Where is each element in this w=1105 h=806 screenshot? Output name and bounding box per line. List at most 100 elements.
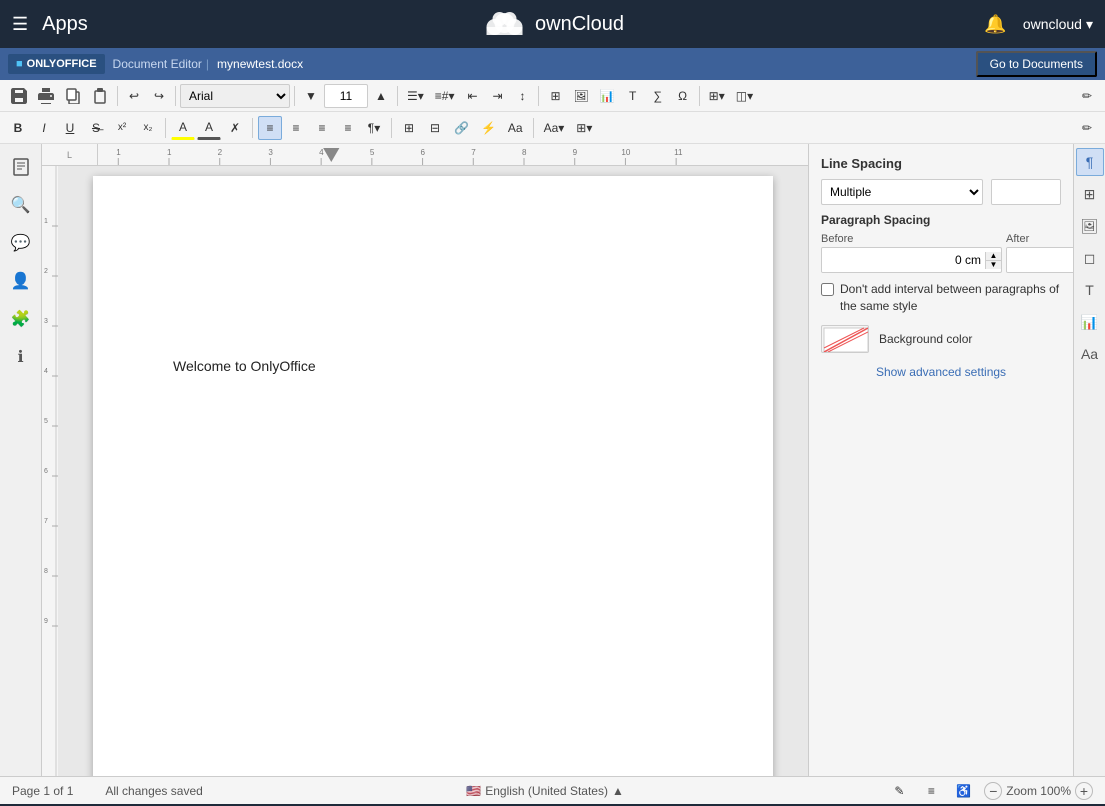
- svg-text:5: 5: [44, 418, 48, 425]
- show-advanced-link[interactable]: Show advanced settings: [821, 365, 1061, 379]
- more-options-button[interactable]: ⊞▾: [704, 84, 730, 108]
- insert-symbols-button[interactable]: Ω: [671, 84, 695, 108]
- svg-text:2: 2: [218, 148, 223, 157]
- line-spacing-button[interactable]: ↕: [510, 84, 534, 108]
- font-color-button[interactable]: A: [197, 116, 221, 140]
- strip-shape-icon[interactable]: ◻: [1076, 244, 1104, 272]
- sidebar-comment-icon[interactable]: 💬: [6, 228, 36, 258]
- redo-button[interactable]: ↪: [147, 84, 171, 108]
- insert-table-row2-button[interactable]: ⊞: [397, 116, 421, 140]
- before-spacing-spin: ▲ ▼: [985, 252, 1001, 269]
- line-spacing-title: Line Spacing: [821, 156, 1061, 171]
- insert-equation-button[interactable]: ∑: [646, 84, 670, 108]
- main-area: 🔍 💬 👤 🧩 ℹ L 1 1 2 3: [0, 144, 1105, 776]
- copy-button[interactable]: [60, 84, 86, 108]
- indent-decrease-button[interactable]: ⇤: [460, 84, 484, 108]
- insert-image-button[interactable]: 🖼: [568, 84, 593, 108]
- highlight-color-button[interactable]: A: [171, 116, 195, 140]
- underline-button[interactable]: U: [58, 116, 82, 140]
- decrease-font-button[interactable]: ▼: [299, 84, 323, 108]
- toolbar-separator-6: [699, 86, 700, 106]
- status-right: ✎ ≡ ♿ − Zoom 100% +: [887, 779, 1093, 803]
- align-center-button[interactable]: ≡: [284, 116, 308, 140]
- italic-button[interactable]: I: [32, 116, 56, 140]
- insert-table2-button[interactable]: ⊟: [423, 116, 447, 140]
- extra-button[interactable]: ✏: [1075, 116, 1099, 140]
- bold-button[interactable]: B: [6, 116, 30, 140]
- subscript-button[interactable]: x₂: [136, 116, 160, 140]
- save-button[interactable]: [6, 84, 32, 108]
- user-menu-button[interactable]: owncloud ▾: [1023, 16, 1093, 33]
- indent-increase-button[interactable]: ⇥: [485, 84, 509, 108]
- before-spacing-up-button[interactable]: ▲: [986, 252, 1001, 260]
- strip-font-icon[interactable]: Aa: [1076, 340, 1104, 368]
- font-name-select[interactable]: Arial Times New Roman Calibri: [180, 84, 290, 108]
- document-area: L 1 1 2 3 4 5 6: [42, 144, 808, 776]
- strip-paragraph-icon[interactable]: ¶: [1076, 148, 1104, 176]
- cloud-logo: ownCloud: [481, 9, 624, 39]
- ordered-list-button[interactable]: ≡#▾: [430, 84, 460, 108]
- accessibility-button[interactable]: ♿: [951, 779, 976, 803]
- toolbar-row1: ↩ ↪ Arial Times New Roman Calibri ▼ ▲ ☰▾…: [0, 80, 1105, 112]
- menu-icon[interactable]: ☰: [12, 14, 28, 35]
- print-button[interactable]: [33, 84, 59, 108]
- sidebar-info-icon[interactable]: ℹ: [6, 342, 36, 372]
- language-section: 🇺🇸 English (United States) ▲: [466, 784, 624, 798]
- strip-table-icon[interactable]: ⊞: [1076, 180, 1104, 208]
- after-spacing-input[interactable]: [1007, 248, 1073, 272]
- svg-text:1: 1: [167, 148, 172, 157]
- svg-text:9: 9: [573, 148, 578, 157]
- more-format-button[interactable]: ⊞▾: [571, 116, 597, 140]
- strip-chart-icon[interactable]: 📊: [1076, 308, 1104, 336]
- insert-chart-button[interactable]: 📊: [595, 84, 620, 108]
- paste-button[interactable]: [87, 84, 113, 108]
- page-info: Page 1 of 1: [12, 784, 73, 798]
- align-justify-button[interactable]: ≡: [336, 116, 360, 140]
- show-formatting-button[interactable]: ¶▾: [362, 116, 386, 140]
- view-options-button[interactable]: ◫▾: [731, 84, 758, 108]
- sidebar-plugin-icon[interactable]: 🧩: [6, 304, 36, 334]
- font-size-input[interactable]: [324, 84, 368, 108]
- align-left-button[interactable]: ≡: [258, 116, 282, 140]
- line-spacing-row: Multiple Single 1.5 Double At least Exac…: [821, 179, 1061, 205]
- line-spacing-value-input[interactable]: [992, 180, 1061, 204]
- strip-text-icon[interactable]: T: [1076, 276, 1104, 304]
- toolbar-separator-5: [538, 86, 539, 106]
- undo-button[interactable]: ↩: [122, 84, 146, 108]
- track-changes-button[interactable]: ⚡: [476, 116, 501, 140]
- before-label: Before: [821, 233, 1002, 245]
- style-options-button[interactable]: Aa▾: [539, 116, 570, 140]
- superscript-button[interactable]: x²: [110, 116, 134, 140]
- document-scroll-area[interactable]: 1 2 3 4 5 6 7 8 9: [42, 166, 808, 776]
- before-spacing-input[interactable]: [822, 248, 985, 272]
- go-to-documents-button[interactable]: Go to Documents: [976, 51, 1097, 77]
- track-changes-status-button[interactable]: ✎: [887, 779, 911, 803]
- bg-color-swatch[interactable]: [821, 325, 869, 353]
- word-count-button[interactable]: ≡: [919, 779, 943, 803]
- no-interval-checkbox[interactable]: [821, 283, 834, 296]
- ruler-svg: 1 1 2 3 4 5 6 7 8: [98, 144, 808, 166]
- align-right-button[interactable]: ≡: [310, 116, 334, 140]
- toolbar-separator-9: [391, 118, 392, 138]
- clear-format-button[interactable]: ✗: [223, 116, 247, 140]
- list-button[interactable]: ☰▾: [402, 84, 429, 108]
- notification-bell-icon[interactable]: 🔔: [984, 14, 1006, 35]
- strip-image-icon[interactable]: 🖼: [1076, 212, 1104, 240]
- zoom-in-button[interactable]: +: [1075, 782, 1093, 800]
- insert-link-button[interactable]: 🔗: [449, 116, 474, 140]
- before-spacing-down-button[interactable]: ▼: [986, 260, 1001, 269]
- change-case-button[interactable]: Aa: [503, 116, 528, 140]
- insert-textbox-button[interactable]: T: [621, 84, 645, 108]
- svg-text:4: 4: [319, 148, 324, 157]
- format-options-button[interactable]: ✏: [1075, 84, 1099, 108]
- sidebar-search-icon[interactable]: 🔍: [6, 190, 36, 220]
- insert-table-button[interactable]: ⊞: [543, 84, 567, 108]
- toolbar-separator-3: [294, 86, 295, 106]
- strikethrough-button[interactable]: S̶: [84, 116, 108, 140]
- line-spacing-select[interactable]: Multiple Single 1.5 Double At least Exac…: [821, 179, 983, 205]
- svg-text:3: 3: [44, 318, 48, 325]
- sidebar-user-icon[interactable]: 👤: [6, 266, 36, 296]
- increase-font-button[interactable]: ▲: [369, 84, 393, 108]
- zoom-out-button[interactable]: −: [984, 782, 1002, 800]
- sidebar-file-icon[interactable]: [6, 152, 36, 182]
